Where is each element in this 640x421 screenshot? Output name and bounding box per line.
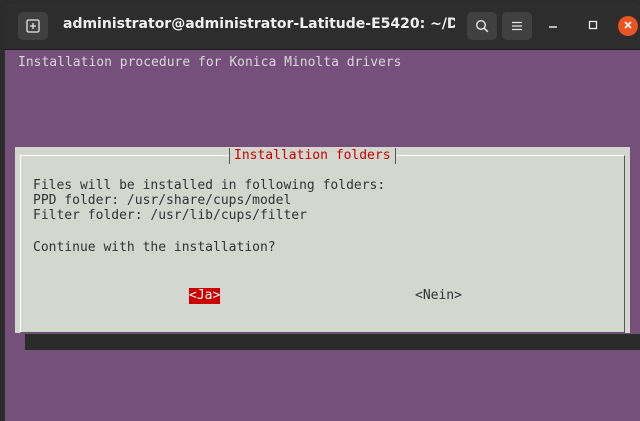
terminal-window: administrator@administrator-Latitude-E54… [5,4,640,421]
window-title: administrator@administrator-Latitude-E54… [63,16,455,32]
search-icon [475,19,489,33]
minimize-button[interactable] [545,18,561,34]
close-button[interactable] [618,16,638,36]
menu-button[interactable] [502,12,532,40]
backtitle: Installation procedure for Konica Minolt… [18,55,402,70]
dialog-box: Installation folders Files will be insta… [15,147,630,333]
dialog-title: Installation folders [229,148,396,164]
hamburger-menu-icon [511,20,523,32]
title-bar[interactable]: administrator@administrator-Latitude-E54… [5,4,640,50]
dialog-shadow [25,334,640,350]
minimize-icon [548,19,558,33]
search-button[interactable] [467,12,497,40]
maximize-button[interactable] [585,18,601,34]
terminal-area[interactable]: Installation procedure for Konica Minolt… [5,49,640,421]
dialog-text-line: Filter folder: /usr/lib/cups/filter [33,208,307,223]
no-button[interactable]: <Nein> [415,288,462,304]
close-icon [623,19,633,33]
dialog-question: Continue with the installation? [33,240,276,255]
new-tab-button[interactable] [18,12,48,40]
maximize-icon [588,19,598,33]
dialog-text-line: PPD folder: /usr/share/cups/model [33,193,292,208]
dialog-text-line: Files will be installed in following fol… [33,178,386,193]
new-tab-icon [26,19,40,33]
yes-button[interactable]: <Ja> [189,288,221,304]
